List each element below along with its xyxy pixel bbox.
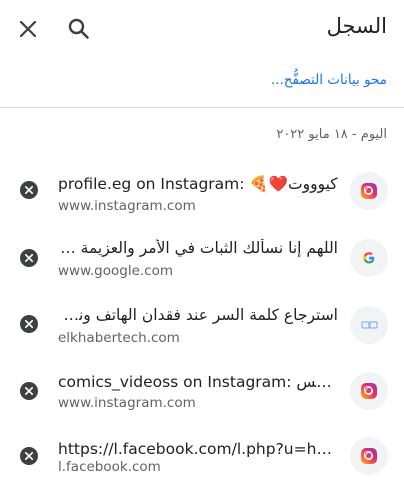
close-icon[interactable]: [16, 17, 40, 41]
history-item-title: اللهم إنا نسألك الثبات في الأمر والعزيمة…: [58, 239, 338, 257]
remove-item-button[interactable]: [20, 382, 38, 400]
history-item[interactable]: اللهم إنا نسألك الثبات في الأمر والعزيمة…: [0, 227, 404, 287]
history-item-url: www.instagram.com: [58, 198, 196, 214]
top-app-bar: السجل: [0, 0, 404, 58]
history-item[interactable]: https://l.facebook.com/l.php?u=htt... l.…: [0, 428, 404, 488]
remove-item-button[interactable]: [20, 181, 38, 199]
remove-item-button[interactable]: [20, 315, 38, 333]
search-icon[interactable]: [66, 16, 92, 42]
history-item[interactable]: comics_videoss on Instagram: لتمس... www…: [0, 361, 404, 421]
history-item[interactable]: profile.eg on Instagram: 🍕❤️كيوووت www.i…: [0, 160, 404, 220]
google-icon: [350, 239, 388, 277]
site-icon: [350, 306, 388, 344]
history-item-title: استرجاع كلمة السر عند فقدان الهاتف ونسيا…: [58, 306, 338, 324]
remove-item-button[interactable]: [20, 447, 38, 465]
instagram-icon: [350, 172, 388, 210]
remove-item-button[interactable]: [20, 249, 38, 267]
history-item-url: www.google.com: [58, 263, 174, 279]
instagram-icon: [350, 437, 388, 475]
history-item-title: comics_videoss on Instagram: لتمس...: [58, 373, 338, 391]
history-item-title: profile.eg on Instagram: 🍕❤️كيوووت: [58, 175, 338, 193]
instagram-icon: [350, 372, 388, 410]
history-item-title: https://l.facebook.com/l.php?u=htt...: [58, 440, 338, 458]
date-header: اليوم - ١٨ مايو ٢٠٢٢: [276, 127, 387, 142]
history-item-url: www.instagram.com: [58, 395, 196, 411]
divider: [0, 107, 404, 108]
page-title: السجل: [326, 14, 387, 38]
clear-browsing-data-link[interactable]: محو بيانات التصفُّح...: [271, 72, 387, 88]
history-item[interactable]: استرجاع كلمة السر عند فقدان الهاتف ونسيا…: [0, 294, 404, 354]
history-item-url: elkhabertech.com: [58, 330, 180, 346]
history-item-url: l.facebook.com: [58, 459, 161, 475]
